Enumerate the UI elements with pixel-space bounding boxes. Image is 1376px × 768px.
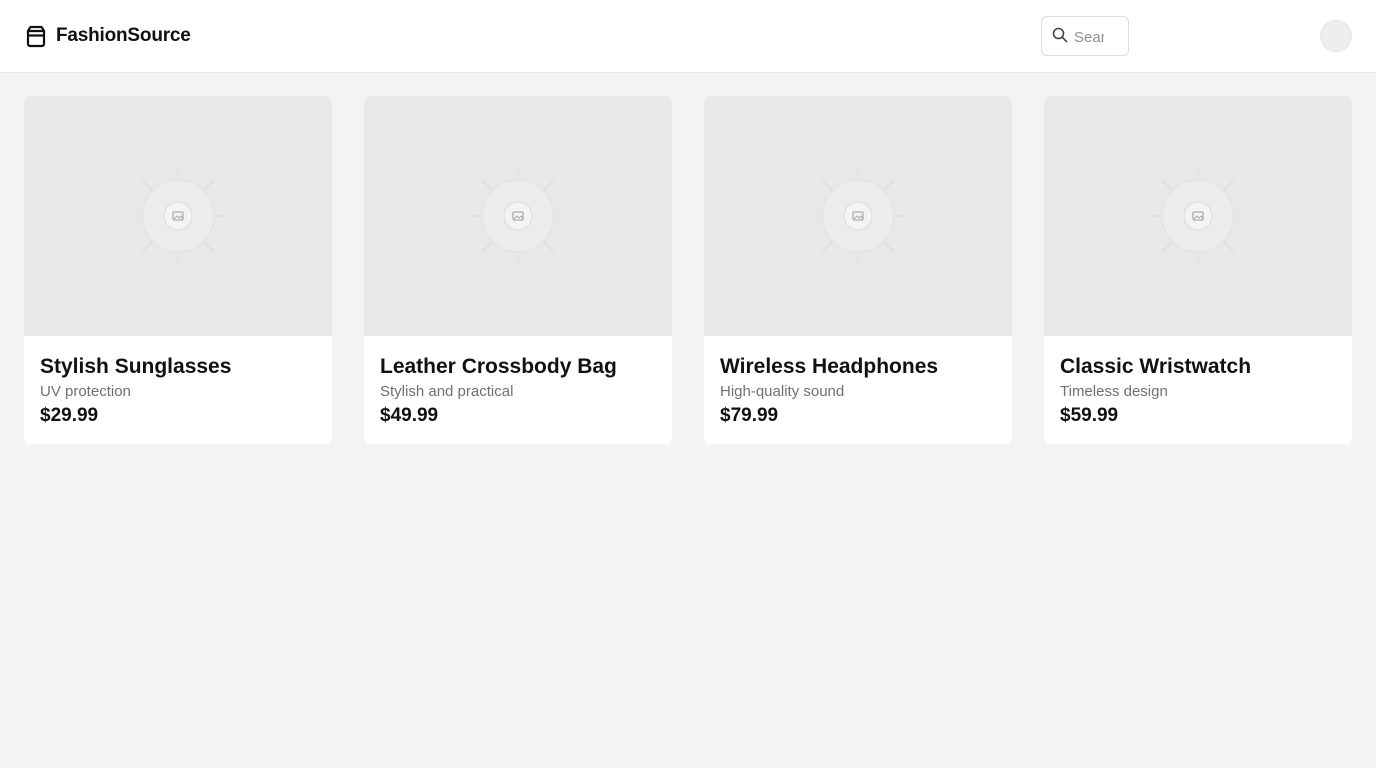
product-image[interactable] (364, 96, 672, 336)
product-title[interactable]: Stylish Sunglasses (40, 354, 316, 380)
product-description: Timeless design (1060, 383, 1168, 400)
product-description: High-quality sound (720, 383, 845, 400)
product-title[interactable]: Wireless Headphones (720, 354, 996, 380)
top-header: FashionSource (0, 0, 1376, 73)
image-placeholder-icon (128, 166, 228, 266)
product-image[interactable] (24, 96, 332, 336)
product-description: Stylish and practical (380, 383, 514, 400)
product-price: $49.99 (380, 405, 439, 426)
product-title[interactable]: Leather Crossbody Bag (380, 354, 656, 380)
product-info: Classic Wristwatch Timeless design $59.9… (1060, 354, 1336, 427)
brand-name: FashionSource (56, 25, 191, 46)
product-title[interactable]: Classic Wristwatch (1060, 354, 1336, 380)
brand-logo[interactable]: FashionSource (25, 23, 191, 49)
product-price: $79.99 (720, 405, 779, 426)
product-grid: Stylish Sunglasses UV protection $29.99 (24, 96, 1352, 444)
product-card[interactable]: Leather Crossbody Bag Stylish and practi… (364, 96, 672, 444)
image-placeholder-icon (468, 166, 568, 266)
image-placeholder-icon (1148, 166, 1248, 266)
product-image[interactable] (704, 96, 1012, 336)
product-info: Stylish Sunglasses UV protection $29.99 (40, 354, 316, 427)
product-info: Wireless Headphones High-quality sound $… (720, 354, 996, 427)
product-price: $29.99 (40, 405, 99, 426)
product-info: Leather Crossbody Bag Stylish and practi… (380, 354, 656, 427)
search-input[interactable] (1074, 26, 1104, 48)
product-image[interactable] (1044, 96, 1352, 336)
shopping-bag-icon (25, 24, 47, 48)
search-box[interactable] (1041, 16, 1129, 56)
product-card[interactable]: Stylish Sunglasses UV protection $29.99 (24, 96, 332, 444)
product-card[interactable]: Classic Wristwatch Timeless design $59.9… (1044, 96, 1352, 444)
product-price: $59.99 (1060, 405, 1119, 426)
product-description: UV protection (40, 383, 131, 400)
search-icon (1052, 27, 1068, 43)
user-avatar[interactable] (1320, 20, 1352, 52)
product-card[interactable]: Wireless Headphones High-quality sound $… (704, 96, 1012, 444)
image-placeholder-icon (808, 166, 908, 266)
